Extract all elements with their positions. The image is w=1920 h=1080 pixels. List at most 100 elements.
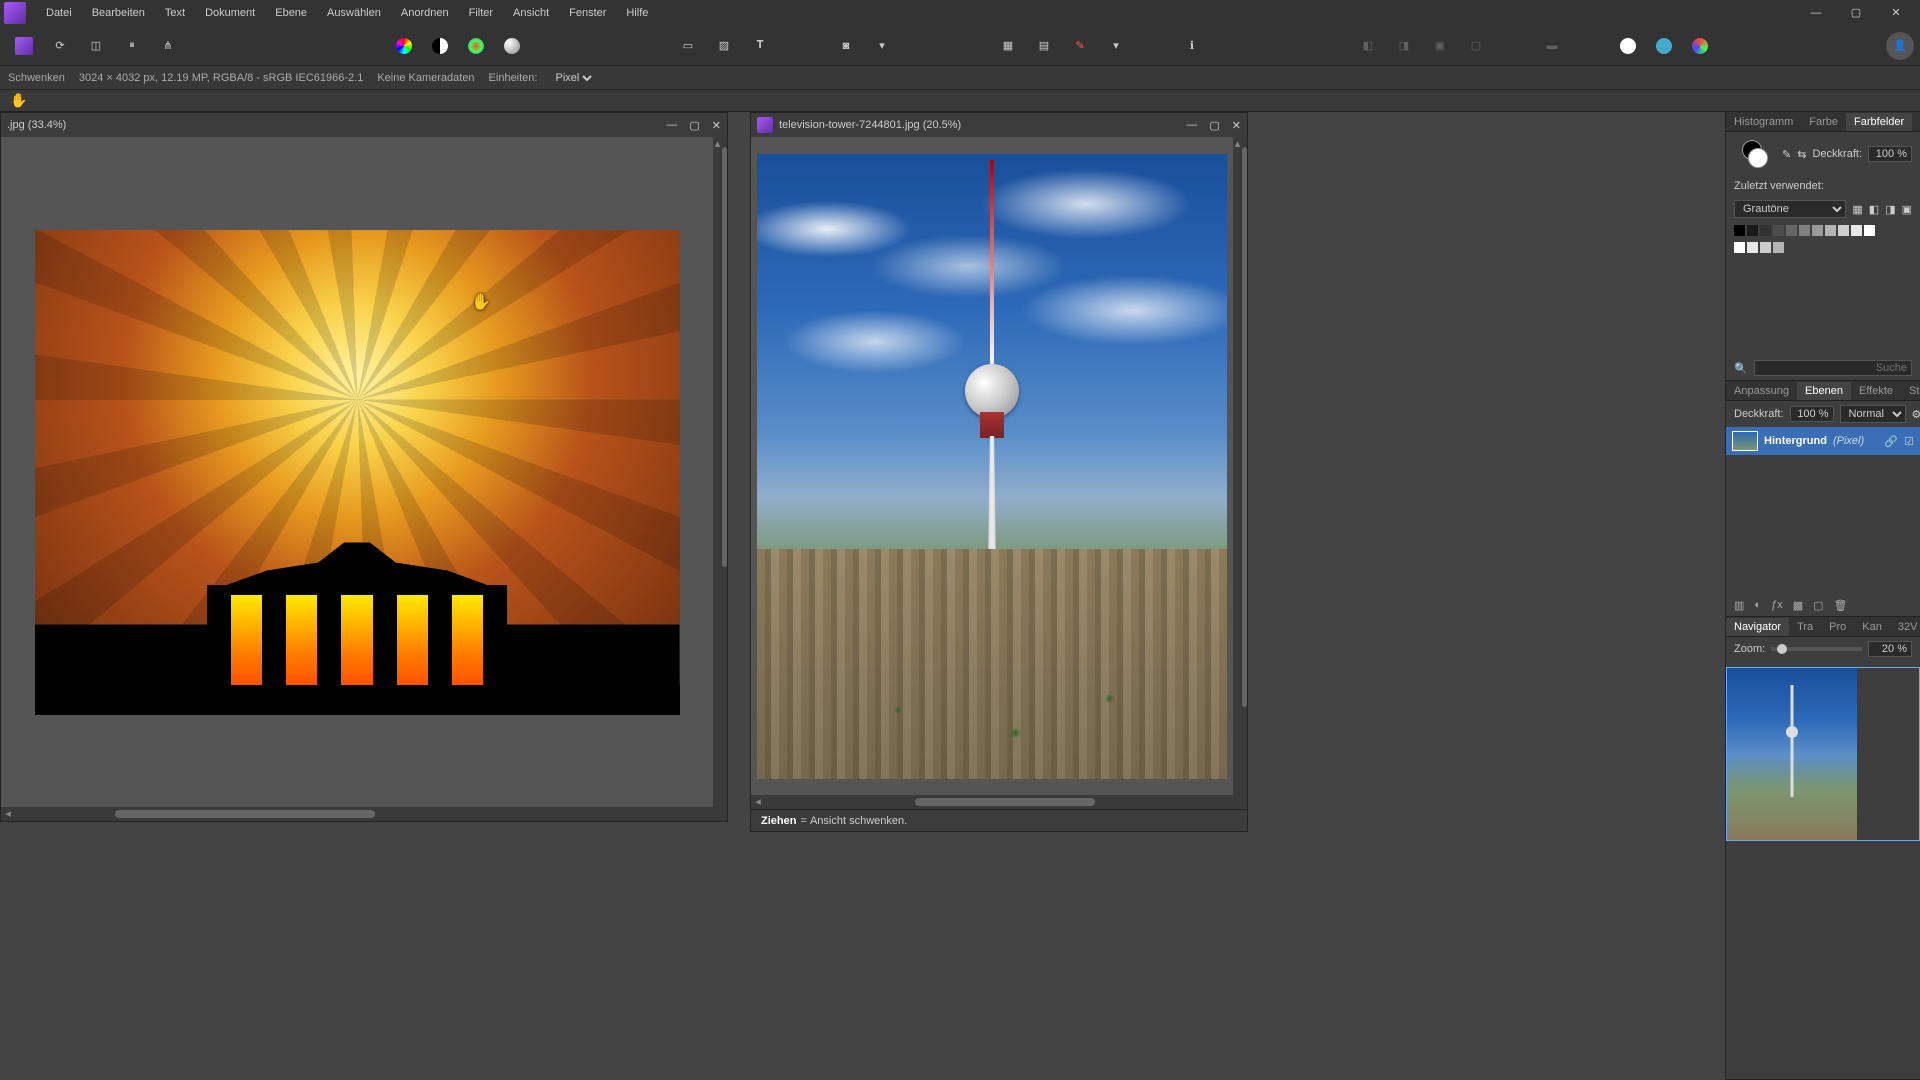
blend-mode-select[interactable]: Normal: [1840, 405, 1906, 423]
tab-tra[interactable]: Tra: [1789, 618, 1821, 636]
persona2-icon[interactable]: [1650, 32, 1678, 60]
menu-hilfe[interactable]: Hilfe: [616, 0, 658, 26]
swatch[interactable]: [1773, 225, 1784, 236]
minimize-button[interactable]: —: [1796, 0, 1836, 26]
doc2-minimize-icon[interactable]: —: [1186, 119, 1197, 132]
doc1-canvas[interactable]: ✋: [1, 137, 713, 807]
tab-farbfelder[interactable]: Farbfelder: [1846, 113, 1912, 131]
arrange-icon[interactable]: ▤: [1030, 32, 1058, 60]
swatch-preset-select[interactable]: Grautöne: [1734, 200, 1846, 218]
layer-add-icon[interactable]: ▢: [1813, 599, 1823, 612]
swatch[interactable]: [1760, 225, 1771, 236]
tab-anpassung[interactable]: Anpassung: [1726, 382, 1797, 400]
tab-farbe[interactable]: Farbe: [1801, 113, 1846, 131]
doc1-hscroll[interactable]: ◂: [1, 807, 727, 821]
layer-row-background[interactable]: Hintergrund (Pixel) 🔗 ☑: [1726, 427, 1920, 455]
tab-effekte[interactable]: Effekte: [1851, 382, 1901, 400]
info-icon[interactable]: ℹ: [1178, 32, 1206, 60]
zoom-input[interactable]: [1868, 641, 1912, 657]
menu-ebene[interactable]: Ebene: [265, 0, 317, 26]
colorwheel-icon[interactable]: [390, 32, 418, 60]
app-home-icon[interactable]: [10, 32, 38, 60]
audio-icon[interactable]: ⏸: [118, 32, 146, 60]
menu-dokument[interactable]: Dokument: [195, 0, 265, 26]
account-avatar-icon[interactable]: 👤: [1886, 32, 1914, 60]
doc1-minimize-icon[interactable]: —: [666, 119, 677, 132]
doc2-hscroll[interactable]: ◂: [751, 795, 1247, 809]
hand-tool-icon[interactable]: ✋: [10, 92, 27, 109]
contrast-icon[interactable]: [426, 32, 454, 60]
fg-bg-swatches[interactable]: [1742, 140, 1768, 168]
layer-visible-icon[interactable]: ☑: [1904, 435, 1914, 448]
clear-selection-icon[interactable]: ▨: [710, 32, 738, 60]
persona1-icon[interactable]: [1614, 32, 1642, 60]
text-selection-icon[interactable]: 𝐓: [746, 32, 774, 60]
swatch[interactable]: [1851, 225, 1862, 236]
tab-ebenen[interactable]: Ebenen: [1797, 382, 1851, 400]
layer-fill-icon[interactable]: ▩: [1793, 599, 1803, 612]
swatch-opt2-icon[interactable]: ◨: [1885, 203, 1895, 216]
marquee-icon[interactable]: ▭: [674, 32, 702, 60]
menu-fenster[interactable]: Fenster: [559, 0, 616, 26]
tab-navigator[interactable]: Navigator: [1726, 618, 1789, 636]
menu-text[interactable]: Text: [155, 0, 195, 26]
refresh-icon[interactable]: ⟳: [46, 32, 74, 60]
maximize-button[interactable]: ▢: [1836, 0, 1876, 26]
doc2-close-icon[interactable]: ✕: [1232, 119, 1241, 132]
units-select[interactable]: Pixel: [551, 71, 595, 85]
layer-adjust-icon[interactable]: ◐: [1754, 599, 1761, 612]
menu-anordnen[interactable]: Anordnen: [391, 0, 459, 26]
swatch[interactable]: [1734, 242, 1745, 253]
close-button[interactable]: ✕: [1876, 0, 1916, 26]
share-icon[interactable]: ⋔: [154, 32, 182, 60]
tab-pro[interactable]: Pro: [1821, 618, 1854, 636]
layer-gear-icon[interactable]: ⚙: [1912, 408, 1920, 421]
hue-icon[interactable]: [462, 32, 490, 60]
swatch[interactable]: [1734, 225, 1745, 236]
tab-32v[interactable]: 32V: [1890, 618, 1920, 636]
layer-opacity-input[interactable]: [1790, 406, 1834, 422]
swatch[interactable]: [1799, 225, 1810, 236]
swatch-search-input[interactable]: [1754, 360, 1912, 376]
sphere-icon[interactable]: [498, 32, 526, 60]
crop-icon[interactable]: ✎: [1066, 32, 1094, 60]
tab-histogramm[interactable]: Histogramm: [1726, 113, 1801, 131]
cube-icon[interactable]: ◫: [82, 32, 110, 60]
tab-kan[interactable]: Kan: [1854, 618, 1890, 636]
doc2-titlebar[interactable]: television-tower-7244801.jpg (20.5%) — ▢…: [751, 113, 1247, 137]
swatch[interactable]: [1747, 242, 1758, 253]
chain-icon[interactable]: ⇆: [1797, 148, 1806, 161]
layer-delete-icon[interactable]: 🗑: [1834, 599, 1848, 612]
doc1-titlebar[interactable]: .jpg (33.4%) — ▢ ✕: [1, 113, 727, 137]
doc1-close-icon[interactable]: ✕: [712, 119, 721, 132]
swatch[interactable]: [1864, 225, 1875, 236]
doc2-canvas[interactable]: [751, 137, 1233, 795]
quickmask-icon[interactable]: ◙: [832, 32, 860, 60]
swatch[interactable]: [1812, 225, 1823, 236]
menu-auswählen[interactable]: Auswählen: [317, 0, 391, 26]
menu-ansicht[interactable]: Ansicht: [503, 0, 559, 26]
dropdown2-icon[interactable]: ▾: [1102, 32, 1130, 60]
swatch[interactable]: [1760, 242, 1771, 253]
doc2-vscroll[interactable]: ▴: [1233, 137, 1247, 795]
swatch-opt1-icon[interactable]: ◧: [1869, 203, 1879, 216]
layer-mask-icon[interactable]: ▥: [1734, 599, 1744, 612]
opacity-input[interactable]: [1868, 146, 1912, 162]
doc1-vscroll[interactable]: ▴: [713, 137, 727, 807]
doc2-maximize-icon[interactable]: ▢: [1209, 119, 1219, 132]
tab-stile[interactable]: Stile: [1901, 382, 1920, 400]
tab-pinsel[interactable]: Pinsel: [1912, 113, 1920, 131]
grid-icon[interactable]: ▦: [994, 32, 1022, 60]
swatch[interactable]: [1747, 225, 1758, 236]
swatch[interactable]: [1773, 242, 1784, 253]
swatch[interactable]: [1838, 225, 1849, 236]
menu-datei[interactable]: Datei: [36, 0, 82, 26]
swatch[interactable]: [1825, 225, 1836, 236]
navigator-thumbnail[interactable]: [1726, 667, 1920, 841]
swatch-opt3-icon[interactable]: ▣: [1902, 203, 1912, 216]
swatch-grid-icon[interactable]: ▦: [1852, 203, 1862, 216]
eyedrop-icon[interactable]: ✎: [1782, 148, 1791, 161]
menu-bearbeiten[interactable]: Bearbeiten: [82, 0, 155, 26]
layer-link-icon[interactable]: 🔗: [1884, 435, 1898, 448]
menu-filter[interactable]: Filter: [459, 0, 503, 26]
